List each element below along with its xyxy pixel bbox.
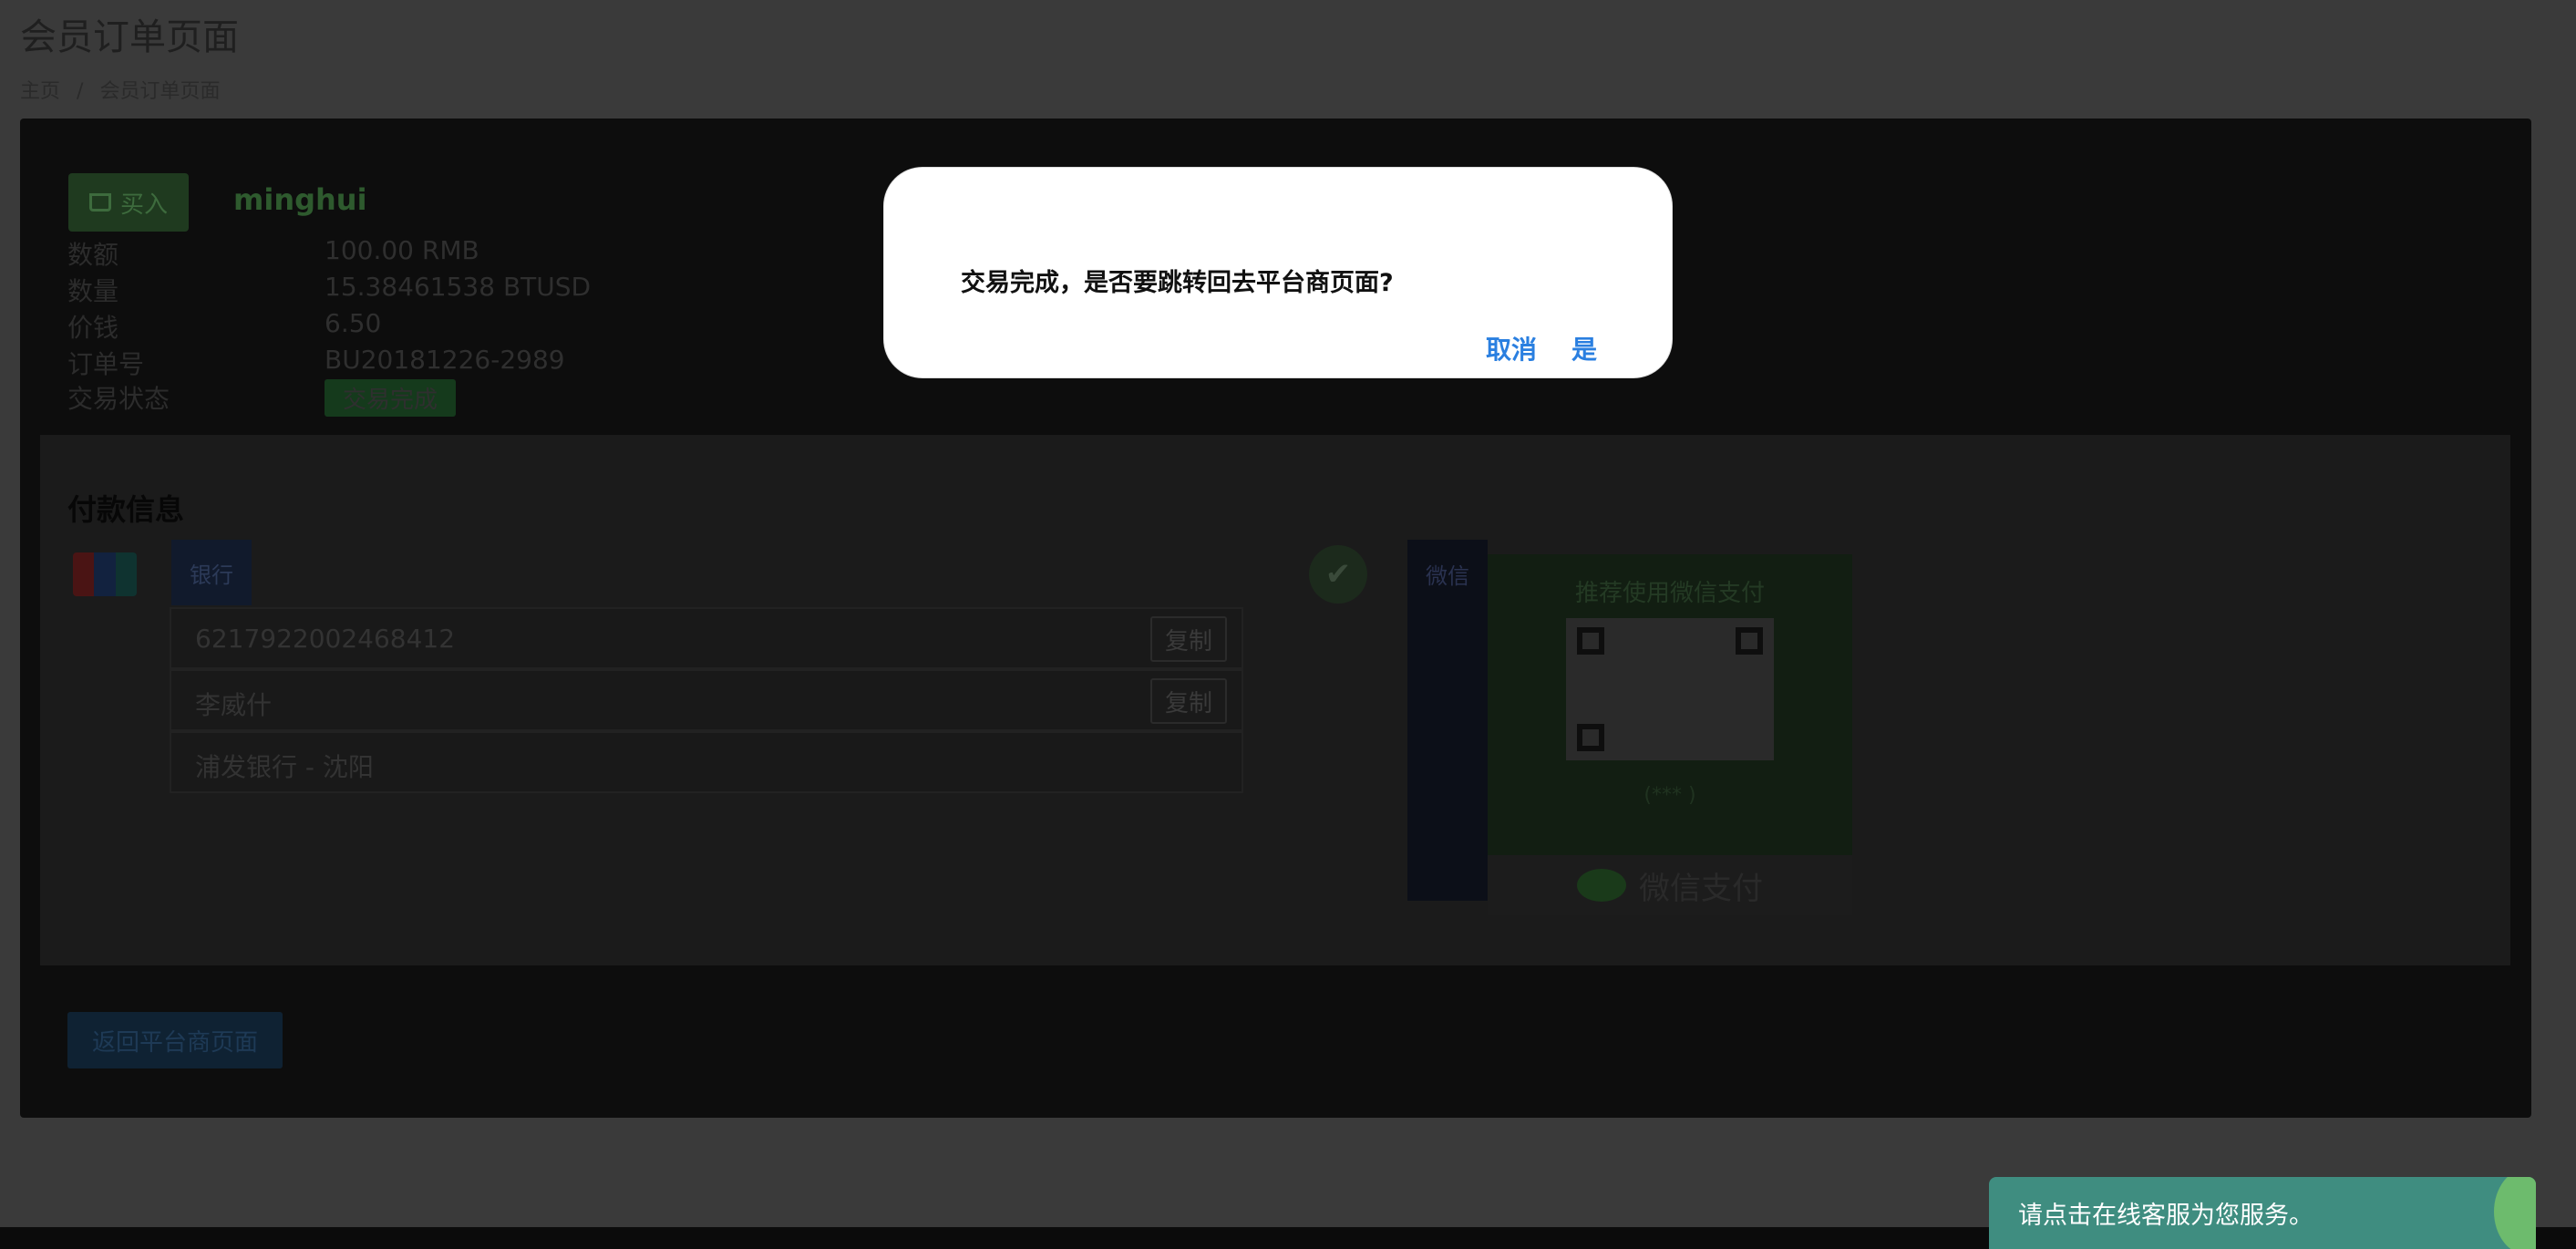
row-value: BU20181226-2989 — [325, 345, 565, 375]
cart-icon — [88, 193, 111, 212]
buy-badge: 买入 — [68, 173, 189, 232]
row-label: 订单号 — [67, 349, 145, 379]
account-name: 李威什 — [195, 690, 273, 720]
confirm-button[interactable]: 是 — [1571, 330, 1597, 366]
row-label: 价钱 — [67, 313, 119, 343]
tab-wechat[interactable]: 微信 — [1407, 540, 1488, 901]
breadcrumb-separator: / — [77, 80, 84, 103]
dialog-message: 交易完成，是否要跳转回去平台商页面? — [961, 269, 1394, 297]
account-name-field: 李威什 复制 — [170, 669, 1243, 731]
row-value: 15.38461538 BTUSD — [325, 272, 592, 302]
qr-code-icon — [1566, 618, 1774, 760]
breadcrumb: 主页 / 会员订单页面 — [20, 75, 220, 104]
cancel-button[interactable]: 取消 — [1486, 330, 1537, 366]
bank-name-field: 浦发银行 - 沈阳 — [170, 731, 1243, 793]
row-value: 100.00 RMB — [325, 235, 479, 265]
order-row-amount: 数额 100.00 RMB — [67, 235, 479, 272]
card-number-field: 6217922002468412 复制 — [170, 607, 1243, 669]
breadcrumb-current: 会员订单页面 — [99, 80, 221, 103]
confirm-dialog: 交易完成，是否要跳转回去平台商页面? 取消 是 — [884, 168, 1672, 377]
status-badge: 交易完成 — [325, 379, 457, 417]
page-title: 会员订单页面 — [20, 16, 239, 58]
card-number: 6217922002468412 — [195, 624, 456, 654]
order-row-quantity: 数量 15.38461538 BTUSD — [67, 272, 591, 308]
chat-toast[interactable]: 请点击在线客服为您服务。 — [1989, 1177, 2536, 1249]
buy-label: 买入 — [119, 191, 168, 219]
wechat-name: (*** ) — [1643, 784, 1696, 807]
wechat-pay-footer: 微信支付 — [1488, 855, 1852, 915]
row-label: 交易状态 — [67, 384, 170, 414]
row-label: 数量 — [67, 276, 119, 306]
copy-name-button[interactable]: 复制 — [1150, 678, 1227, 724]
unionpay-icon — [73, 552, 137, 596]
order-row-number: 订单号 BU20181226-2989 — [67, 345, 565, 381]
order-row-status: 交易状态 交易完成 — [67, 379, 457, 417]
wechat-recommend: 推荐使用微信支付 — [1574, 580, 1765, 607]
return-button[interactable]: 返回平台商页面 — [67, 1012, 283, 1068]
bank-name: 浦发银行 - 沈阳 — [195, 752, 374, 782]
order-row-price: 价钱 6.50 — [67, 308, 381, 345]
row-label: 数额 — [67, 240, 119, 270]
username: minghui — [233, 182, 367, 217]
payment-title: 付款信息 — [67, 492, 185, 527]
wechat-pay-label: 微信支付 — [1639, 870, 1763, 907]
row-value: 6.50 — [325, 308, 382, 338]
wechat-pay-icon — [1577, 869, 1626, 902]
copy-card-button[interactable]: 复制 — [1150, 616, 1227, 662]
chat-message: 请点击在线客服为您服务。 — [2018, 1202, 2313, 1230]
tab-bank[interactable]: 银行 — [171, 540, 252, 605]
chat-avatar-icon[interactable] — [2494, 1177, 2536, 1249]
wechat-icon: ✔ — [1309, 545, 1367, 604]
breadcrumb-home[interactable]: 主页 — [20, 80, 60, 103]
